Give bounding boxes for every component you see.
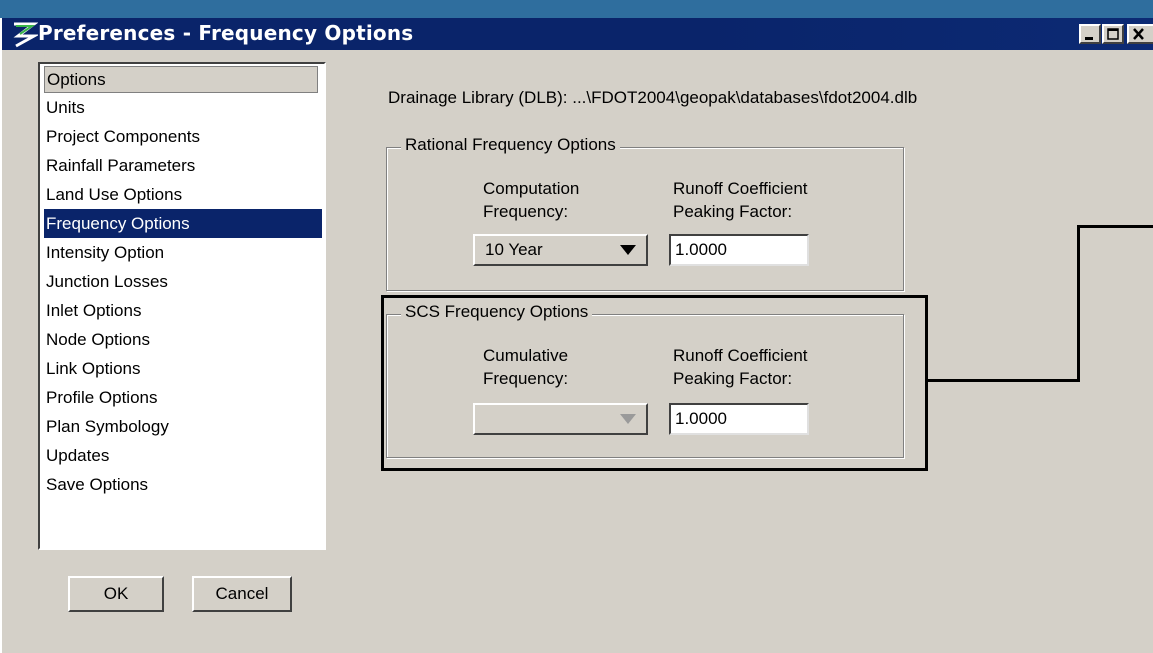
computation-label: Computation	[483, 179, 580, 198]
rational-peaking-factor-input[interactable]: 1.0000	[669, 234, 809, 266]
sidebar-item-frequency-options[interactable]: Frequency Options	[44, 209, 322, 238]
sidebar-item-land-use-options[interactable]: Land Use Options	[44, 180, 322, 209]
chevron-down-icon	[620, 245, 636, 255]
sidebar-item-label: Land Use Options	[46, 185, 183, 204]
cancel-button[interactable]: Cancel	[192, 576, 292, 612]
sidebar-item-units[interactable]: Units	[44, 93, 322, 122]
computation-frequency-dropdown[interactable]: 10 Year	[473, 234, 648, 266]
title-bar[interactable]: Preferences - Frequency Options	[2, 18, 1153, 50]
drainage-library-path: Drainage Library (DLB): ...\FDOT2004\geo…	[388, 88, 918, 107]
maximize-button[interactable]	[1102, 24, 1124, 44]
sidebar-item-label: Plan Symbology	[46, 417, 169, 436]
maximize-icon	[1107, 28, 1119, 40]
sidebar-item-label: Junction Losses	[46, 272, 168, 291]
sidebar-item-node-options[interactable]: Node Options	[44, 325, 322, 354]
sidebar-item-label: Intensity Option	[46, 243, 165, 262]
sidebar-item-label: Updates	[46, 446, 110, 465]
sidebar-item-label: Inlet Options	[46, 301, 142, 320]
close-icon	[1133, 28, 1144, 40]
sidebar-item-label: Units	[46, 98, 85, 117]
ok-button[interactable]: OK	[68, 576, 164, 612]
sidebar-item-label: Profile Options	[46, 388, 158, 407]
sidebar-item-label: Project Components	[46, 127, 201, 146]
sidebar-item-link-options[interactable]: Link Options	[44, 354, 322, 383]
geopak-logo-icon	[13, 22, 38, 48]
sidebar-item-plan-symbology[interactable]: Plan Symbology	[44, 412, 322, 441]
peaking-factor-label: Peaking Factor:	[673, 202, 793, 221]
sidebar-item-project-components[interactable]: Project Components	[44, 122, 322, 151]
options-list-header: Options	[44, 66, 318, 93]
sidebar-item-label: Link Options	[46, 359, 141, 378]
rational-frequency-group: Rational Frequency Options Computation F…	[386, 135, 904, 291]
preferences-window: Preferences - Frequency Options Options …	[0, 18, 1153, 653]
callout-line-vertical	[1077, 225, 1080, 382]
callout-line-top	[1077, 225, 1153, 228]
close-button[interactable]	[1127, 24, 1153, 44]
callout-line-horizontal	[928, 379, 1080, 382]
runoff-coefficient-label: Runoff Coefficient	[673, 179, 808, 198]
window-title: Preferences - Frequency Options	[38, 21, 414, 45]
computation-frequency-label: Frequency:	[483, 202, 569, 221]
rational-group-title: Rational Frequency Options	[401, 135, 620, 155]
sidebar-item-save-options[interactable]: Save Options	[44, 470, 322, 499]
minimize-icon	[1085, 37, 1093, 40]
sidebar-item-intensity-option[interactable]: Intensity Option	[44, 238, 322, 267]
sidebar-item-label: Save Options	[46, 475, 149, 494]
minimize-button[interactable]	[1079, 24, 1101, 44]
sidebar-item-rainfall-parameters[interactable]: Rainfall Parameters	[44, 151, 322, 180]
highlight-box	[381, 295, 928, 471]
sidebar-item-label: Node Options	[46, 330, 150, 349]
computation-frequency-value: 10 Year	[485, 240, 543, 259]
sidebar-item-label: Frequency Options	[46, 214, 190, 233]
sidebar-item-updates[interactable]: Updates	[44, 441, 322, 470]
sidebar-item-label: Rainfall Parameters	[46, 156, 196, 175]
sidebar-item-junction-losses[interactable]: Junction Losses	[44, 267, 322, 296]
options-listbox[interactable]: Options Units Project Components Rainfal…	[38, 62, 326, 550]
sidebar-item-inlet-options[interactable]: Inlet Options	[44, 296, 322, 325]
sidebar-item-profile-options[interactable]: Profile Options	[44, 383, 322, 412]
